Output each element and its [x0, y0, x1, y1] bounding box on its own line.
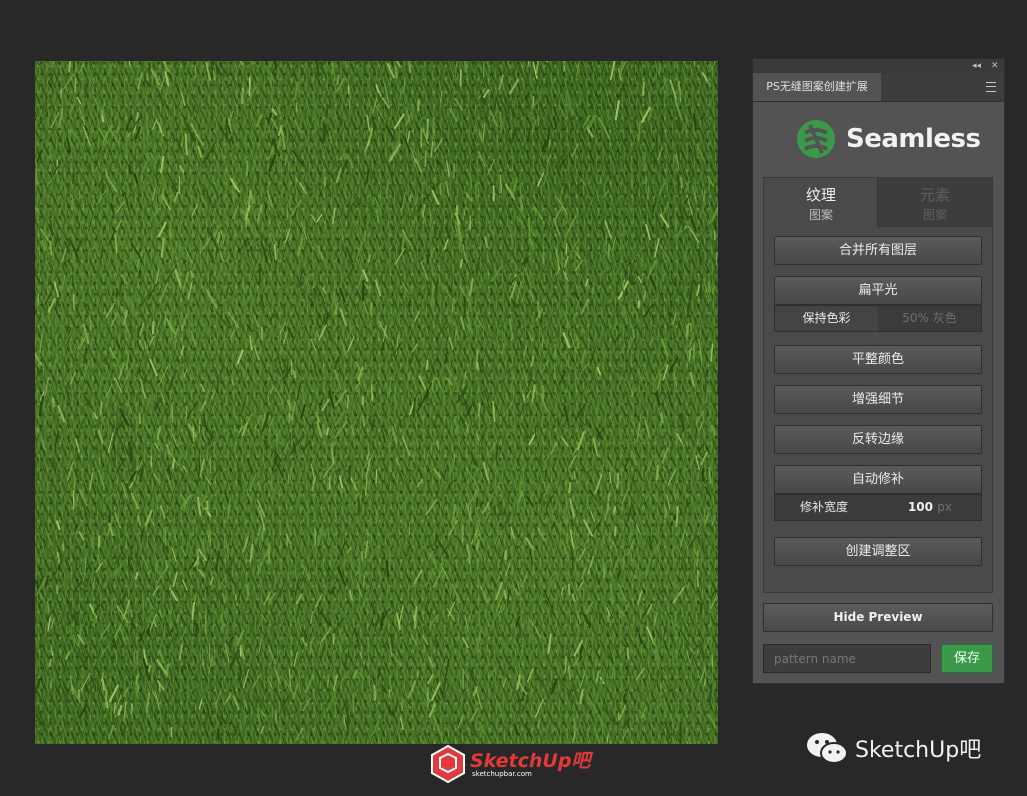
wechat-watermark: SketchUp吧	[805, 728, 1005, 768]
flatten-mode-toggle: 保持色彩 50% 灰色	[774, 305, 982, 332]
double-chevron-left-icon[interactable]: ◂◂	[972, 59, 981, 73]
auto-patch-button[interactable]: 自动修补	[774, 465, 982, 494]
even-color-button[interactable]: 平整颜色	[774, 345, 982, 374]
patch-width-unit: px	[937, 500, 952, 514]
mode-box: 纹理 图案 元素 图案 合并所有图层 扁平光 保持色彩 50% 灰色 平整颜色 …	[763, 177, 993, 593]
tab-sublabel: 图案	[922, 208, 947, 222]
close-icon[interactable]: ✕	[991, 59, 999, 73]
gray-50-option[interactable]: 50% 灰色	[878, 306, 981, 331]
patch-width-row: 修补宽度 100 px	[774, 494, 982, 521]
merge-layers-button[interactable]: 合并所有图层	[774, 236, 982, 265]
grass-texture-image	[35, 61, 718, 744]
save-button[interactable]: 保存	[941, 644, 993, 673]
seamless-logo: Seamless	[753, 119, 1004, 163]
logo-text: Seamless	[846, 124, 981, 154]
seamless-extension-panel: ◂◂ ✕ PS无缝图案创建扩展 Seamless 纹理 图案 元素 图案 合并所…	[752, 58, 1005, 684]
flip-edges-button[interactable]: 反转边缘	[774, 425, 982, 454]
sketchup-cube-icon	[431, 744, 465, 784]
tab-texture-pattern[interactable]: 纹理 图案	[764, 178, 878, 226]
wechat-icon	[807, 733, 848, 764]
tab-label: 纹理	[805, 186, 836, 204]
panel-tab-title[interactable]: PS无缝图案创建扩展	[753, 73, 881, 101]
tab-element-pattern[interactable]: 元素 图案	[877, 178, 992, 227]
hamburger-menu-icon[interactable]	[986, 82, 996, 92]
seamless-logo-icon	[797, 120, 835, 158]
document-canvas[interactable]	[35, 61, 718, 744]
keep-color-option[interactable]: 保持色彩	[775, 306, 878, 331]
patch-width-label: 修补宽度	[800, 500, 849, 514]
pattern-name-input[interactable]	[763, 644, 931, 673]
hide-preview-button[interactable]: Hide Preview	[763, 603, 993, 632]
panel-tabstrip: PS无缝图案创建扩展	[753, 73, 1004, 102]
watermark-url-text: sketchupbar.com	[472, 770, 532, 778]
watermark-right-text: SketchUp吧	[855, 738, 982, 763]
tab-label: 元素	[919, 186, 950, 204]
patch-width-value[interactable]: 100	[908, 495, 933, 520]
tab-sublabel: 图案	[808, 208, 833, 222]
sketchupbar-watermark: SketchUp吧 sketchupbar.com	[430, 744, 600, 786]
flatten-light-button[interactable]: 扁平光	[774, 276, 982, 305]
enhance-detail-button[interactable]: 增强细节	[774, 385, 982, 414]
create-adjust-area-button[interactable]: 创建调整区	[774, 537, 982, 566]
panel-topbar: ◂◂ ✕	[753, 59, 1004, 73]
watermark-brand-text: SketchUp吧	[470, 750, 591, 772]
